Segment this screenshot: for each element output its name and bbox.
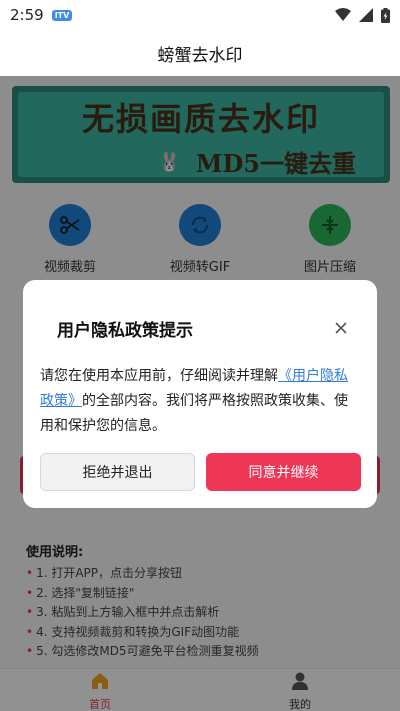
status-app-badge: ITV <box>51 9 73 21</box>
dialog-title: 用户隐私政策提示 <box>57 321 193 341</box>
close-icon[interactable] <box>331 318 351 338</box>
app-title: 螃蟹去水印 <box>157 45 243 66</box>
status-bar: 2:59 ITV <box>0 0 400 30</box>
app-header: 螃蟹去水印 <box>0 30 400 76</box>
battery-icon <box>381 7 390 23</box>
privacy-dialog: 用户隐私政策提示 请您在使用本应用前，仔细阅读并理解《用户隐私政策》的全部内容。… <box>23 280 377 508</box>
reject-exit-button[interactable]: 拒绝并退出 <box>40 453 195 491</box>
status-icons <box>335 7 390 23</box>
status-time: 2:59 <box>10 6 44 24</box>
body-text: 请您在使用本应用前，仔细阅读并理解 <box>40 368 278 384</box>
dialog-body: 请您在使用本应用前，仔细阅读并理解《用户隐私政策》的全部内容。我们将严格按照政策… <box>40 364 358 439</box>
body-text: 的全部内容。我们将严格按照政策收集、使用和保护您的信息。 <box>40 393 348 434</box>
agree-continue-button[interactable]: 同意并继续 <box>206 453 361 491</box>
wifi-icon <box>335 8 351 21</box>
signal-icon <box>359 8 373 22</box>
